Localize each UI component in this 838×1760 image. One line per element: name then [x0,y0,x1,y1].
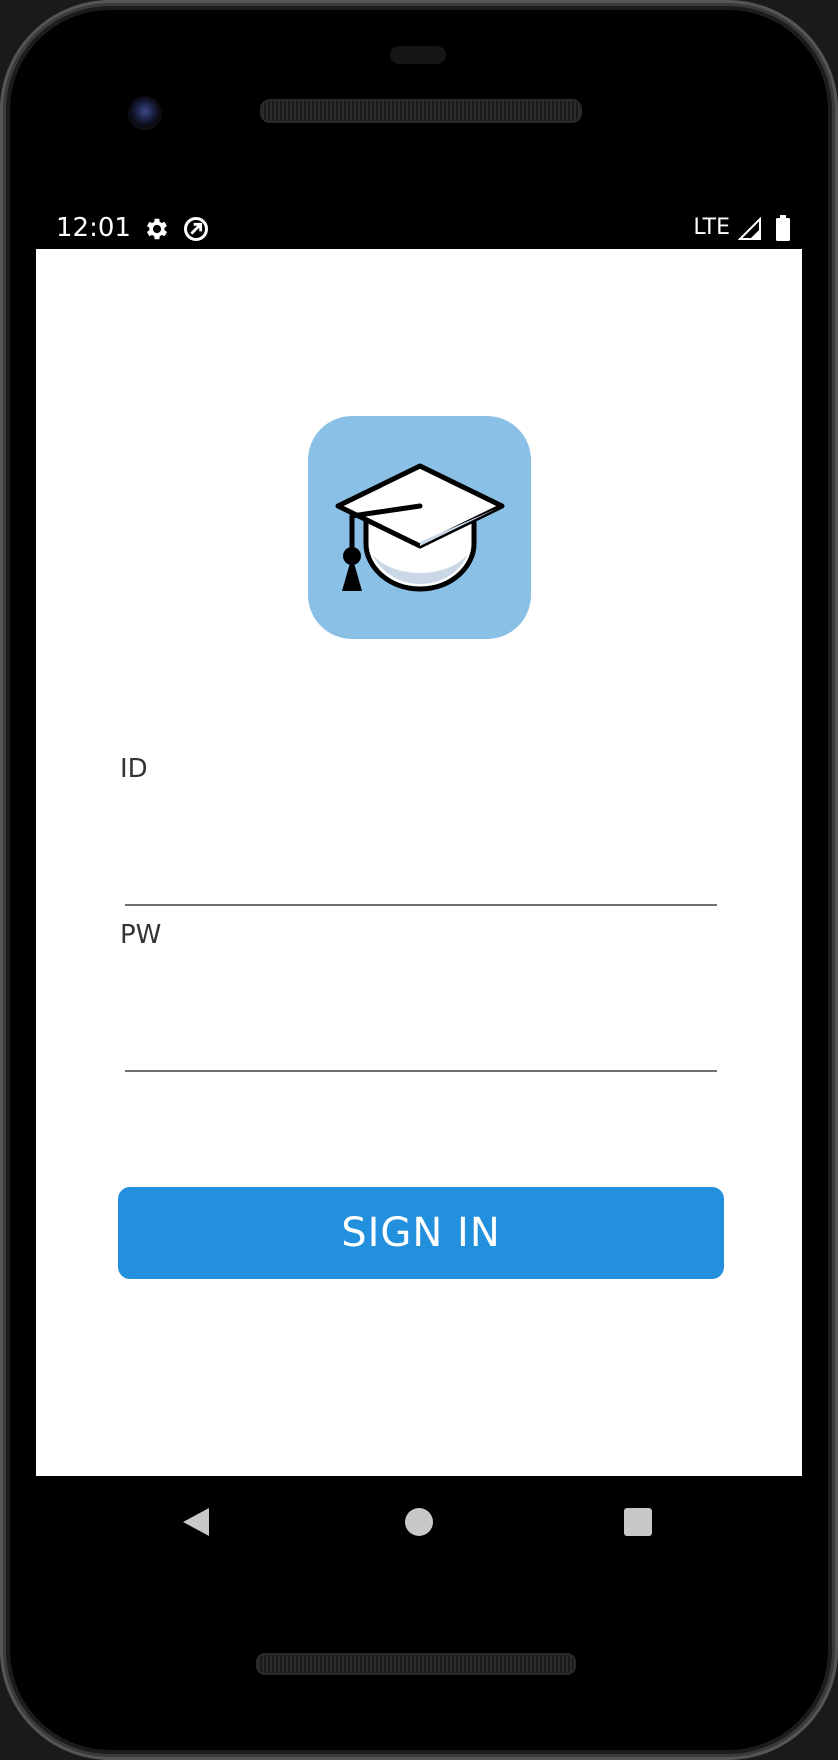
battery-icon [776,215,790,241]
phone-frame: 12:01 LTE ID PW SIGN IN [0,0,838,1760]
home-icon[interactable] [405,1508,433,1536]
pw-label: PW [120,920,162,950]
status-time: 12:01 [56,213,131,243]
front-camera [128,96,162,130]
proximity-sensor [390,46,446,64]
recents-icon[interactable] [624,1508,652,1536]
id-input[interactable] [125,856,717,906]
status-bar: 12:01 LTE [36,205,802,249]
gear-icon [146,218,168,240]
back-icon[interactable] [181,1506,211,1538]
signal-icon [738,217,761,240]
bottom-speaker [256,1653,576,1675]
data-saver-icon [183,216,209,242]
app-logo [308,416,531,639]
navigation-bar [36,1476,802,1566]
earpiece-speaker [260,99,582,123]
sign-in-button[interactable]: SIGN IN [118,1187,724,1279]
network-type: LTE [693,215,730,240]
id-label: ID [120,754,148,784]
password-input[interactable] [125,1022,717,1072]
graduation-cap-icon [335,463,505,592]
app-screen: ID PW SIGN IN [36,249,802,1476]
